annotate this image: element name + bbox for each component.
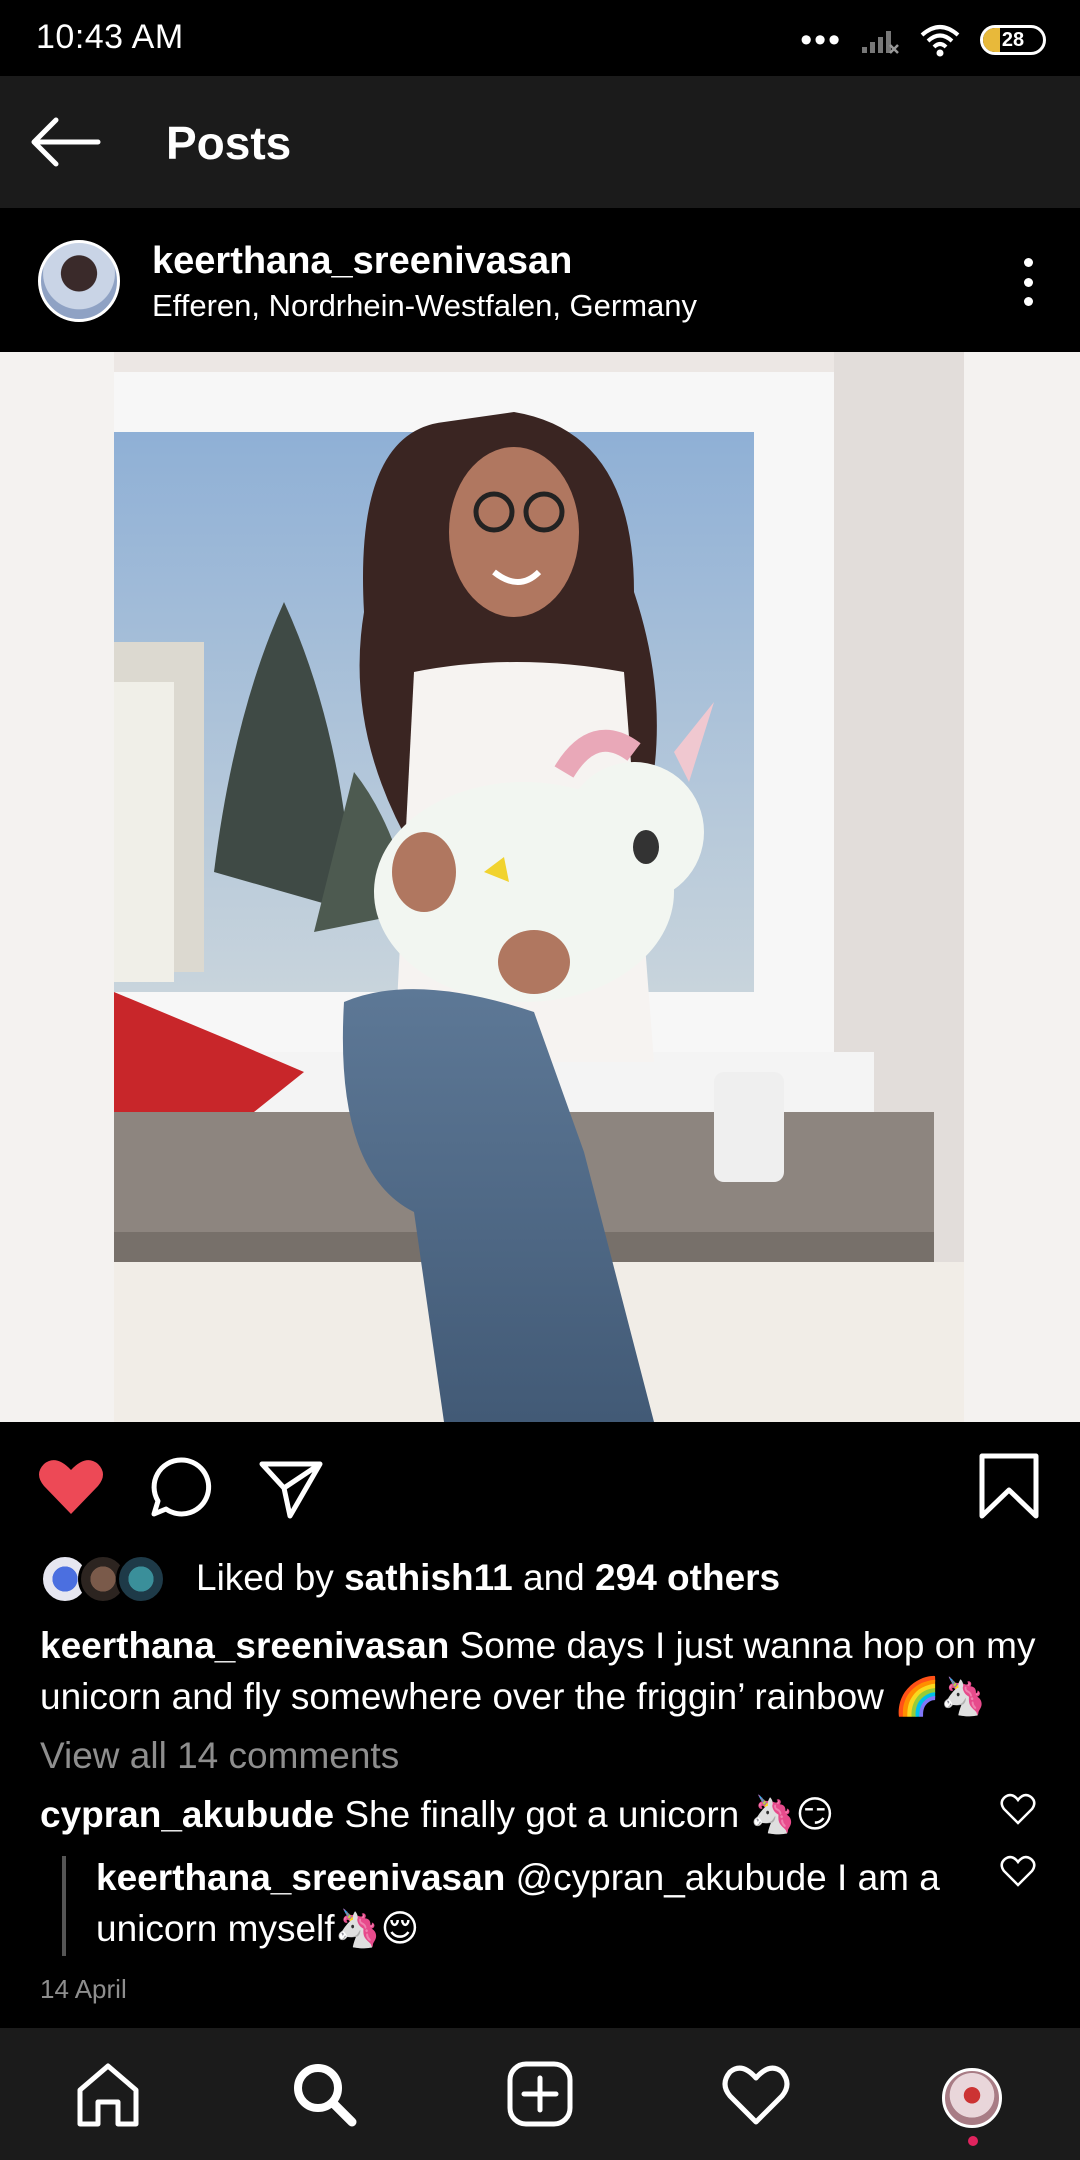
top-app-bar: Posts [0,76,1080,208]
notification-dot [968,2136,978,2146]
reply-username[interactable]: keerthana_sreenivasan [96,1857,505,1898]
post-caption: keerthana_sreenivasan Some days I just w… [40,1620,1050,1722]
status-bar: 10:43 AM ••• 28 [0,0,1080,76]
reply-item: keerthana_sreenivasan @cypran_akubude I … [96,1852,976,1954]
battery-level: 28 [1001,28,1025,51]
more-vert-icon [1023,258,1033,267]
reply-like-heart-icon[interactable] [1000,1854,1036,1888]
wifi-icon [920,25,960,57]
share-send-icon[interactable] [256,1452,326,1522]
activity-heart-icon[interactable] [720,2058,792,2130]
post-actions [0,1440,1080,1530]
reply-mention[interactable]: @cypran_akubude [505,1857,827,1898]
like-heart-icon[interactable] [36,1452,106,1522]
post-header: keerthana_sreenivasan Efferen, Nordrhein… [0,208,1080,352]
comment-icon[interactable] [146,1452,216,1522]
post-location[interactable]: Efferen, Nordrhein-Westfalen, Germany [152,288,697,324]
likes-text: Liked by sathish11 and 294 others [196,1557,780,1599]
page-title: Posts [166,117,292,169]
comment-item: cypran_akubude She finally got a unicorn… [40,1790,1000,1840]
likes-others-count[interactable]: 294 others [595,1557,780,1598]
search-icon[interactable] [288,2058,360,2130]
comment-like-heart-icon[interactable] [1000,1792,1036,1826]
status-time: 10:43 AM [36,18,184,56]
liked-by-user[interactable]: sathish11 [344,1557,513,1598]
bottom-navigation [0,2028,1080,2160]
comment-text: She finally got a unicorn 🦄😏 [334,1794,835,1835]
more-options-button[interactable] [1016,258,1040,306]
new-post-icon[interactable] [504,2058,576,2130]
likes-prefix: Liked by [196,1557,345,1598]
post-username[interactable]: keerthana_sreenivasan [152,240,572,283]
likes-summary[interactable]: Liked by sathish11 and 294 others [40,1550,780,1606]
battery-icon: 28 [980,25,1046,55]
post-photo[interactable] [0,352,1080,1422]
home-icon[interactable] [72,2058,144,2130]
dots-icon: ••• [800,21,842,59]
view-all-comments-link[interactable]: View all 14 comments [40,1735,399,1777]
signal-icon [862,31,899,54]
post-date: 14 April [40,1974,127,2004]
likes-conjunction: and [512,1557,596,1598]
back-button[interactable] [26,112,106,172]
back-arrow-icon [31,117,101,167]
reply-thread-line [62,1856,66,1956]
liker-avatars [40,1550,170,1606]
caption-username[interactable]: keerthana_sreenivasan [40,1625,449,1666]
bookmark-icon[interactable] [974,1452,1044,1522]
profile-avatar[interactable] [942,2068,1002,2128]
avatar[interactable] [38,240,120,322]
comment-username[interactable]: cypran_akubude [40,1794,334,1835]
post-image [114,352,964,1422]
avatar [116,1554,166,1604]
status-icons: ••• 28 [800,22,1046,58]
